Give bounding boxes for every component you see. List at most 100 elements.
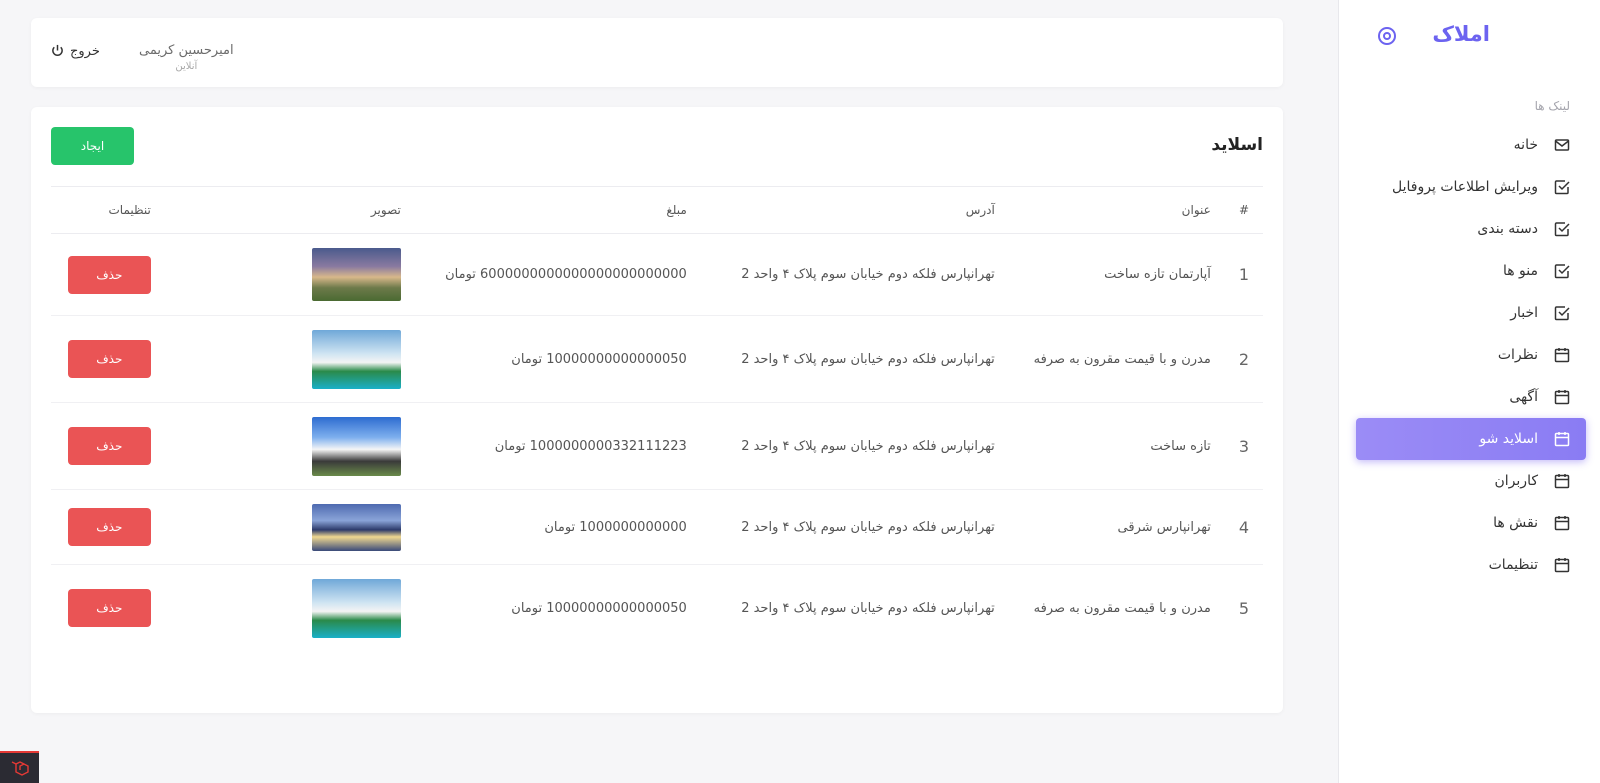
sidebar-item-label: نظرات [1497, 347, 1538, 363]
sidebar-item-settings[interactable]: تنظیمات [1356, 544, 1586, 586]
column-header: عنوان [1008, 186, 1225, 234]
row-address: تهرانپارس فلکه دوم خیابان سوم پلاک ۴ واح… [741, 600, 995, 616]
slides-card: اسلاید ایجاد # عنوان آدرس مبلغ تصویر تنظ… [31, 107, 1283, 713]
table-row: 4 تهرانپارس شرقی تهرانپارس فلکه دوم خیاب… [51, 489, 1263, 565]
calendar-icon [1554, 557, 1570, 573]
table-row: 5 مدرن و با قیمت مقرون به صرفه تهرانپارس… [51, 565, 1263, 652]
table-row: 1 آپارتمان تازه ساخت تهرانپارس فلکه دوم … [51, 233, 1263, 316]
row-actions: حذف [51, 565, 165, 652]
check-square-icon [1554, 221, 1570, 237]
slide-thumbnail [311, 503, 401, 551]
row-number: 3 [1224, 402, 1263, 490]
sidebar-item-comments[interactable]: نظرات [1356, 334, 1586, 376]
calendar-icon [1554, 515, 1570, 531]
brand-title: املاک [1432, 22, 1490, 46]
row-address: تهرانپارس فلکه دوم خیابان سوم پلاک ۴ واح… [700, 402, 1009, 490]
row-title: تازه ساخت [1008, 402, 1225, 490]
table-row: 3 تازه ساخت تهرانپارس فلکه دوم خیابان سو… [51, 402, 1263, 490]
row-actions: حذف [51, 233, 165, 316]
sidebar-item-ads[interactable]: آگهی [1356, 376, 1586, 418]
sidebar-nav: خانه ویرایش اطلاعات پروفایل دسته بندی من… [1356, 124, 1586, 586]
row-title: مدرن و با قیمت مقرون به صرفه [1033, 600, 1211, 616]
sidebar-item-roles[interactable]: نقش ها [1356, 502, 1586, 544]
logout-button[interactable]: خروج [51, 42, 100, 61]
topbar: خروج امیرحسین کریمی آنلاین [31, 18, 1283, 87]
table-row: 2 مدرن و با قیمت مقرون به صرفه تهرانپارس… [51, 315, 1263, 403]
user-name: امیرحسین کریمی [139, 43, 234, 58]
row-number: 5 [1238, 598, 1249, 618]
sidebar-item-edit-profile[interactable]: ویرایش اطلاعات پروفایل [1356, 166, 1586, 208]
target-icon[interactable] [1377, 26, 1397, 46]
calendar-icon [1554, 347, 1570, 363]
laravel-logo-icon[interactable] [0, 751, 39, 783]
column-header: تنظیمات [51, 186, 165, 234]
user-info: امیرحسین کریمی آنلاین [139, 43, 234, 72]
delete-button[interactable]: حذف [67, 589, 151, 628]
row-actions: حذف [51, 489, 165, 565]
sidebar-item-label: تنظیمات [1488, 557, 1538, 573]
delete-button[interactable]: حذف [67, 340, 151, 378]
mail-icon [1554, 137, 1570, 153]
row-price: 10000000000000050 تومان [511, 600, 687, 616]
slides-table: # عنوان آدرس مبلغ تصویر تنظیمات 1 آپارتم… [51, 186, 1263, 652]
row-price: 6000000000000000000000000 تومان [414, 233, 701, 316]
row-number: 1 [1224, 233, 1263, 316]
brand: املاک [1359, 18, 1570, 54]
sidebar-item-label: اسلاید شو [1479, 431, 1538, 447]
column-header: مبلغ [414, 186, 701, 234]
sidebar-item-label: آگهی [1509, 389, 1538, 405]
calendar-icon [1554, 389, 1570, 405]
check-square-icon [1554, 263, 1570, 279]
row-image-cell [164, 315, 415, 403]
sidebar-item-label: اخبار [1510, 305, 1538, 321]
check-square-icon [1554, 305, 1570, 321]
row-number: 4 [1224, 489, 1263, 565]
row-image-cell [164, 233, 415, 316]
row-address: تهرانپارس فلکه دوم خیابان سوم پلاک ۴ واح… [700, 233, 1009, 316]
column-header: آدرس [700, 186, 1009, 234]
delete-button[interactable]: حذف [67, 255, 151, 294]
calendar-icon [1554, 431, 1570, 447]
row-actions: حذف [51, 402, 165, 490]
row-title: مدرن و با قیمت مقرون به صرفه [1008, 315, 1225, 403]
power-icon [51, 42, 64, 61]
row-image-cell [165, 565, 415, 652]
row-number: 2 [1224, 315, 1263, 403]
row-address: تهرانپارس فلکه دوم خیابان سوم پلاک ۴ واح… [700, 489, 1009, 565]
page-title: اسلاید [1211, 135, 1263, 155]
delete-button[interactable]: حذف [67, 427, 151, 465]
sidebar-item-home[interactable]: خانه [1356, 124, 1586, 166]
sidebar-section-label: لینک ها [1534, 99, 1570, 113]
delete-button[interactable]: حذف [67, 508, 151, 546]
create-button[interactable]: ایجاد [51, 127, 134, 165]
row-image-cell [164, 402, 415, 490]
row-title: تهرانپارس شرقی [1008, 489, 1225, 565]
table-header-row: # عنوان آدرس مبلغ تصویر تنظیمات [51, 186, 1263, 234]
slide-thumbnail [311, 416, 401, 476]
sidebar-item-categories[interactable]: دسته بندی [1356, 208, 1586, 250]
row-actions: حذف [51, 315, 165, 403]
column-header: # [1224, 186, 1263, 234]
sidebar-item-label: منو ها [1502, 263, 1538, 279]
sidebar-item-label: نقش ها [1493, 515, 1538, 531]
row-price: 10000000000000050 تومان [414, 315, 701, 403]
user-status: آنلاین [175, 61, 198, 72]
sidebar-item-label: خانه [1513, 137, 1538, 153]
sidebar-item-label: دسته بندی [1477, 221, 1538, 237]
slide-thumbnail [311, 329, 401, 389]
logout-label: خروج [70, 44, 100, 59]
slide-thumbnail [311, 248, 401, 301]
sidebar-item-menus[interactable]: منو ها [1356, 250, 1586, 292]
sidebar-item-label: کاربران [1494, 473, 1538, 489]
row-address: تهرانپارس فلکه دوم خیابان سوم پلاک ۴ واح… [700, 315, 1009, 403]
sidebar-item-slideshow[interactable]: اسلاید شو [1356, 418, 1586, 460]
calendar-icon [1554, 473, 1570, 489]
sidebar-item-label: ویرایش اطلاعات پروفایل [1392, 179, 1538, 195]
sidebar-item-news[interactable]: اخبار [1356, 292, 1586, 334]
sidebar-item-users[interactable]: کاربران [1356, 460, 1586, 502]
check-square-icon [1554, 179, 1570, 195]
row-price: 1000000000000 تومان [414, 489, 701, 565]
row-price: 1000000000332111223 تومان [414, 402, 701, 490]
row-image-cell [164, 489, 415, 565]
sidebar: املاک لینک ها خانه ویرایش اطلاعات پروفای… [1338, 0, 1600, 783]
